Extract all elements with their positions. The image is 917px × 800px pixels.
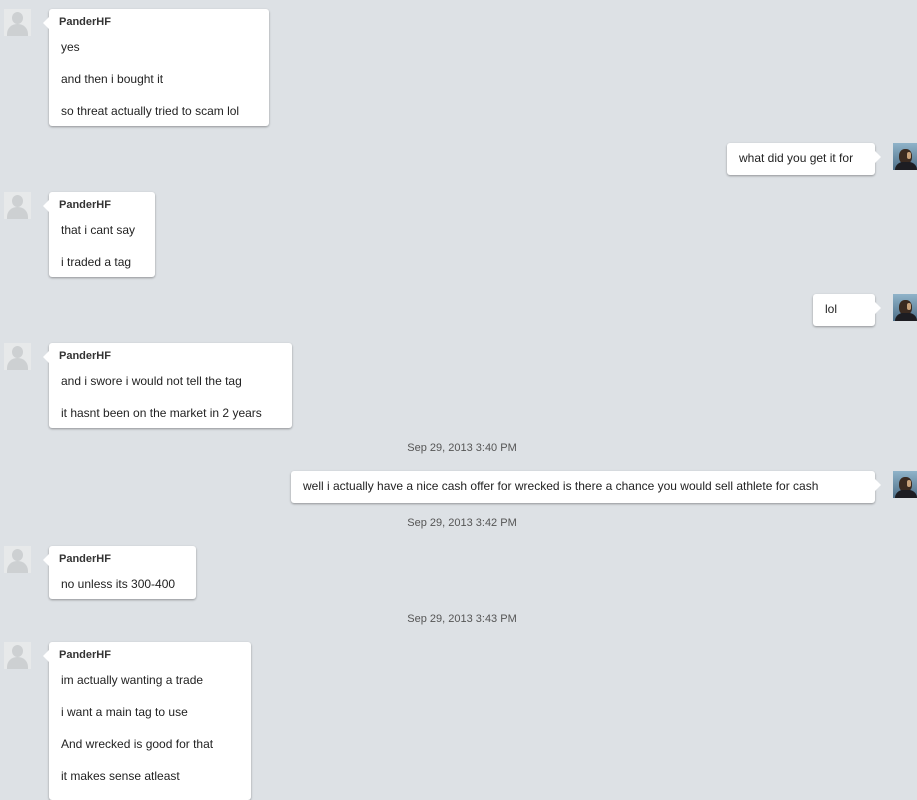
sender-name[interactable]: PanderHF (59, 16, 111, 28)
message-text: well i actually have a nice cash offer f… (303, 479, 819, 493)
received-message: PanderHF yes and then i bought it so thr… (43, 9, 269, 126)
default-avatar-icon[interactable] (4, 343, 31, 370)
message-text: what did you get it for (739, 151, 854, 165)
sender-name[interactable]: PanderHF (59, 553, 111, 565)
message-line: yes (61, 40, 80, 54)
message-line: i want a main tag to use (61, 705, 188, 719)
message-line: and i swore i would not tell the tag (61, 374, 242, 388)
default-avatar-icon[interactable] (4, 192, 31, 219)
default-avatar-icon[interactable] (4, 642, 31, 669)
sent-message: what did you get it for (727, 143, 881, 175)
received-message: PanderHF no unless its 300-400 (43, 546, 196, 599)
message-line: it hasnt been on the market in 2 years (61, 406, 262, 420)
message-line: that i cant say (61, 223, 136, 237)
received-message: PanderHF that i cant say i traded a tag (43, 192, 155, 277)
timestamp: Sep 29, 2013 3:42 PM (407, 517, 517, 529)
message-line: i traded a tag (61, 255, 132, 269)
sent-message: lol (813, 294, 881, 326)
received-message: PanderHF im actually wanting a trade i w… (43, 642, 251, 800)
self-avatar[interactable] (893, 294, 917, 321)
sender-name[interactable]: PanderHF (59, 649, 111, 661)
sender-name[interactable]: PanderHF (59, 350, 111, 362)
default-avatar-icon[interactable] (4, 9, 31, 36)
timestamp: Sep 29, 2013 3:40 PM (407, 442, 517, 454)
timestamp: Sep 29, 2013 3:43 PM (407, 613, 517, 625)
conversation-thread: PanderHF yes and then i bought it so thr… (0, 0, 917, 800)
sent-message: well i actually have a nice cash offer f… (291, 471, 881, 503)
self-avatar[interactable] (893, 471, 917, 498)
self-avatar[interactable] (893, 143, 917, 170)
message-line: so threat actually tried to scam lol (61, 104, 240, 118)
received-message: PanderHF and i swore i would not tell th… (43, 343, 292, 428)
message-line: And wrecked is good for that (61, 737, 214, 751)
message-text: lol (825, 302, 838, 316)
message-line: no unless its 300-400 (61, 577, 176, 591)
message-line: it makes sense atleast (61, 769, 180, 783)
sender-name[interactable]: PanderHF (59, 199, 111, 211)
message-line: im actually wanting a trade (61, 673, 204, 687)
default-avatar-icon[interactable] (4, 546, 31, 573)
message-line: and then i bought it (61, 72, 164, 86)
